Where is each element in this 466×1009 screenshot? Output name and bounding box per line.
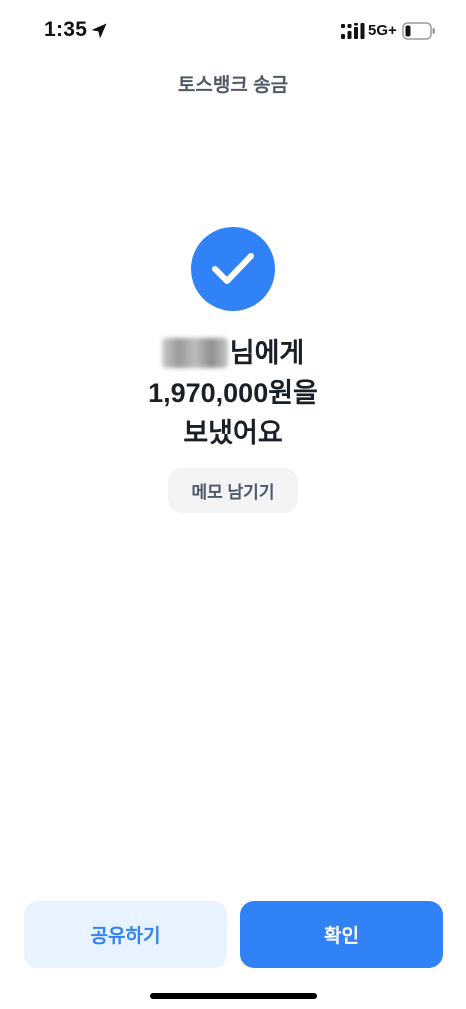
page-title: 토스뱅크 송금 (177, 75, 289, 96)
recipient-suffix: 님에게 (229, 338, 305, 368)
network-type-label: 5G+ (368, 22, 397, 39)
transfer-complete-screen: 1:35 5G+ 토스뱅크 송금 님에게 1,970,000원을 보냈어요 메모… (0, 0, 466, 1009)
sent-text: 보냈어요 (183, 418, 283, 448)
location-arrow-icon (91, 23, 107, 39)
recipient-name-redacted (161, 338, 228, 368)
success-check-badge (191, 227, 275, 311)
status-bar: 1:35 5G+ (0, 0, 466, 64)
share-button[interactable]: 공유하기 (24, 901, 227, 968)
check-icon (212, 253, 254, 284)
transfer-amount: 1,970,000원을 (148, 378, 318, 408)
battery-low-icon (402, 22, 435, 40)
recipient-line: 님에게 (0, 333, 466, 373)
success-message: 님에게 1,970,000원을 보냈어요 (0, 333, 466, 453)
confirm-button[interactable]: 확인 (240, 901, 443, 968)
status-time: 1:35 (44, 18, 88, 41)
leave-memo-button[interactable]: 메모 남기기 (168, 468, 298, 513)
cellular-signal-icon (341, 23, 365, 39)
home-indicator[interactable] (150, 993, 317, 999)
